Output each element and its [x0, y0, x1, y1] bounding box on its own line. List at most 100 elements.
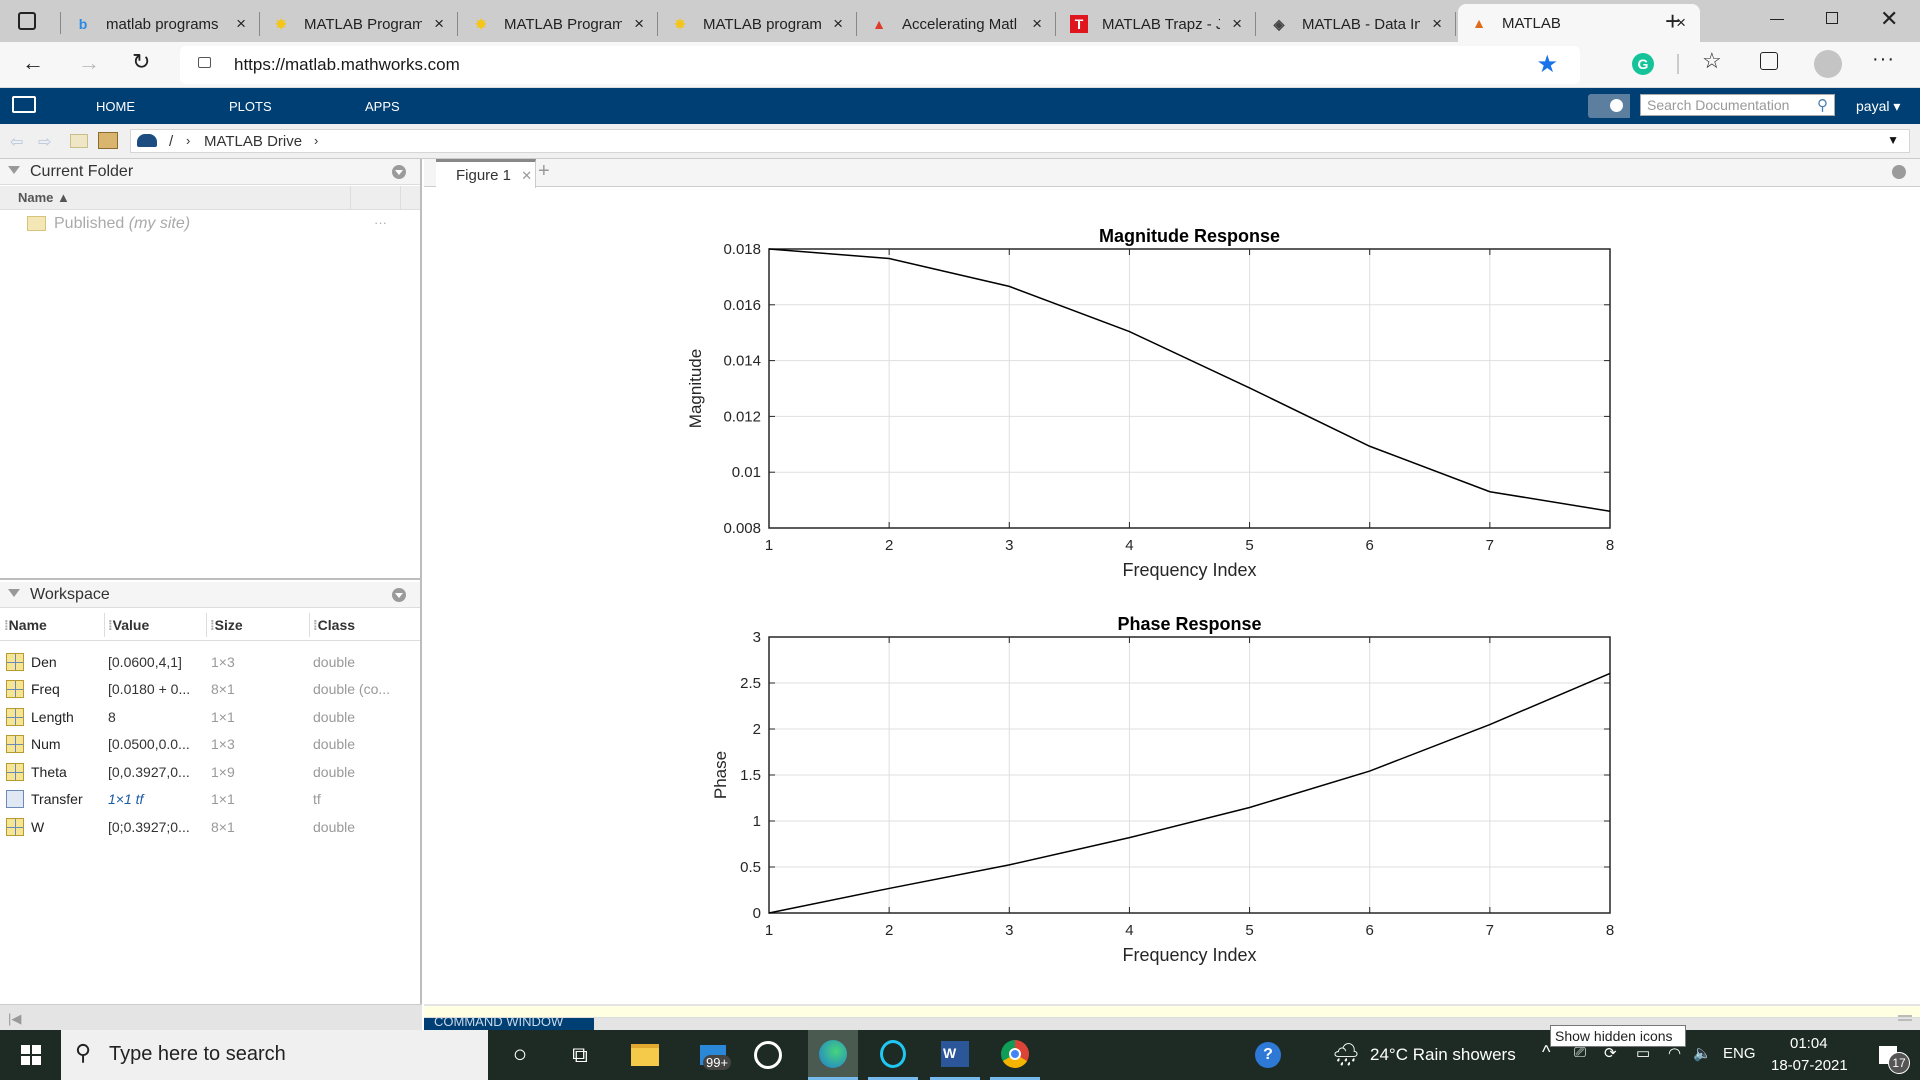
command-window-tab[interactable]: COMMAND WINDOW	[424, 1018, 594, 1030]
column-value[interactable]: ⁞Value	[108, 617, 149, 633]
close-tab-icon[interactable]: ×	[833, 14, 843, 34]
url-text[interactable]: https://matlab.mathworks.com	[234, 55, 460, 75]
close-window-button[interactable]: ✕	[1880, 6, 1898, 32]
close-tab-icon[interactable]: ×	[1232, 14, 1242, 34]
alexa-icon[interactable]	[868, 1030, 918, 1080]
browser-tab[interactable]: ▲ MATLAB ×	[1458, 4, 1700, 42]
clock-time[interactable]: 01:04	[1790, 1035, 1828, 1052]
forward-folder-icon[interactable]: ⇨	[38, 132, 51, 152]
minimize-button[interactable]	[1770, 19, 1784, 20]
browser-tab[interactable]: ✸ MATLAB program ×	[659, 6, 857, 42]
panel-options-icon[interactable]	[392, 165, 406, 179]
notification-center-icon[interactable]: 17	[1868, 1030, 1910, 1080]
more-menu-icon[interactable]: ···	[1872, 48, 1895, 71]
chrome-icon[interactable]	[990, 1030, 1040, 1080]
volume-icon[interactable]: 🔈	[1693, 1044, 1712, 1062]
add-figure-button[interactable]: +	[538, 160, 550, 183]
breadcrumb-matlab-drive[interactable]: MATLAB Drive	[204, 133, 302, 150]
edge-icon[interactable]	[808, 1030, 858, 1080]
resize-handle-icon[interactable]	[1898, 1015, 1912, 1021]
table-row[interactable]: Num [0.0500,0.0... 1×3 double	[0, 730, 420, 757]
quick-access-toolbar[interactable]	[1588, 94, 1630, 118]
search-documentation-input[interactable]: Search Documentation ⚲	[1640, 94, 1835, 116]
close-tab-icon[interactable]: ×	[1032, 14, 1042, 34]
browser-tab[interactable]: T MATLAB Trapz - J ×	[1058, 6, 1256, 42]
taskbar-search-input[interactable]: ⚲ Type here to search	[61, 1030, 488, 1080]
browser-tab[interactable]: ✸ MATLAB Program ×	[260, 6, 458, 42]
task-view-icon[interactable]: ⧉	[560, 1030, 600, 1080]
breadcrumb-root[interactable]: /	[169, 133, 173, 150]
close-tab-icon[interactable]: ✕	[521, 168, 532, 183]
browse-folder-icon[interactable]	[98, 132, 118, 149]
profile-avatar[interactable]	[1814, 50, 1842, 78]
search-icon[interactable]: ⚲	[1817, 96, 1828, 114]
browser-tab[interactable]: ✸ MATLAB Program ×	[460, 6, 658, 42]
breadcrumb[interactable]: / › MATLAB Drive › ▼	[130, 129, 1910, 153]
weather-icon[interactable]: 🌧	[1328, 1030, 1364, 1080]
close-tab-icon[interactable]: ×	[634, 14, 644, 34]
restore-button[interactable]	[1826, 12, 1838, 24]
back-folder-icon[interactable]: ⇦	[10, 132, 23, 152]
cortana-icon[interactable]: ○	[500, 1030, 540, 1080]
collapse-sidebar-icon[interactable]: |◀	[8, 1011, 21, 1027]
column-name[interactable]: ⁞Name	[4, 617, 47, 633]
tab-apps[interactable]: APPS	[365, 99, 400, 114]
panel-splitter[interactable]	[0, 578, 420, 580]
browser-tab[interactable]: ◈ MATLAB - Data In ×	[1258, 6, 1456, 42]
close-tab-icon[interactable]: ×	[434, 14, 444, 34]
clock-date[interactable]: 18-07-2021	[1771, 1057, 1848, 1074]
column-class[interactable]: ⁞Class	[313, 617, 355, 633]
table-row[interactable]: Den [0.0600,4,1] 1×3 double	[0, 648, 420, 675]
browser-tab[interactable]: b matlab programs ×	[62, 6, 260, 42]
panel-options-icon[interactable]	[1892, 165, 1906, 179]
command-window-input[interactable]	[424, 1006, 1920, 1018]
table-row[interactable]: Freq [0.0180 + 0... 8×1 double (co...	[0, 675, 420, 702]
table-row[interactable]: Transfer 1×1 tf 1×1 tf	[0, 785, 420, 812]
close-tab-icon[interactable]: ×	[1432, 14, 1442, 34]
figure-canvas[interactable]: 1 2 3 4 5 6 7 8 0.008 0.01 0.012 0.014 0.016 0.018 Mag…	[424, 188, 1920, 998]
file-explorer-icon[interactable]	[620, 1030, 670, 1080]
new-tab-button[interactable]: +	[1665, 6, 1680, 37]
help-icon[interactable]: ?	[1248, 1030, 1288, 1080]
favorites-icon[interactable]: ☆	[1702, 48, 1722, 74]
matlab-online-logo-icon[interactable]	[12, 96, 36, 113]
weather-text[interactable]: 24°C Rain showers	[1370, 1045, 1516, 1065]
name-column[interactable]: Name ▲	[18, 190, 70, 205]
grammarly-icon[interactable]: G	[1632, 53, 1654, 75]
browser-tab[interactable]: ▲ Accelerating Matl ×	[858, 6, 1056, 42]
forward-icon[interactable]: →	[78, 50, 100, 76]
back-icon[interactable]: ←	[22, 50, 44, 76]
tab-figure-1[interactable]: Figure 1 ✕	[436, 159, 536, 188]
t-icon: T	[1070, 15, 1088, 33]
table-row[interactable]: Length 8 1×1 double	[0, 703, 420, 730]
history-dropdown-icon[interactable]: ▼	[1887, 133, 1899, 147]
current-folder-header[interactable]: Current Folder	[0, 159, 420, 185]
favorite-star-icon[interactable]: ★	[1536, 50, 1558, 79]
table-row[interactable]: Theta [0,0.3927,0... 1×9 double	[0, 758, 420, 785]
user-menu[interactable]: payal ▾	[1856, 98, 1900, 115]
collapse-icon[interactable]	[8, 166, 20, 174]
close-tab-icon[interactable]: ×	[236, 14, 246, 34]
list-item[interactable]: Published (my site) ···	[0, 211, 420, 235]
folder-column-header[interactable]: Name ▲	[0, 186, 420, 210]
var-value[interactable]: 1×1 tf	[108, 791, 143, 807]
table-row[interactable]: W [0;0.3927;0... 8×1 double	[0, 813, 420, 840]
tab-home[interactable]: HOME	[96, 99, 135, 114]
tab-plots[interactable]: PLOTS	[229, 99, 272, 114]
mail-icon[interactable]: 99+	[685, 1030, 741, 1080]
workspace-header[interactable]: Workspace	[0, 582, 420, 608]
collections-icon[interactable]	[1760, 52, 1778, 70]
current-folder-title: Current Folder	[30, 163, 134, 180]
language-indicator[interactable]: ENG	[1723, 1045, 1756, 1062]
more-icon[interactable]: ···	[374, 215, 387, 230]
refresh-icon[interactable]: ↻	[132, 49, 150, 75]
windows-start-icon[interactable]	[0, 1030, 61, 1080]
app-icon[interactable]	[748, 1030, 788, 1080]
column-size[interactable]: ⁞Size	[210, 617, 243, 633]
url-field[interactable]: https://matlab.mathworks.com ★	[180, 46, 1580, 84]
up-folder-icon[interactable]	[70, 134, 88, 148]
panel-options-icon[interactable]	[392, 588, 406, 602]
word-icon[interactable]: W	[930, 1030, 980, 1080]
collapse-icon[interactable]	[8, 589, 20, 597]
tab-actions-icon[interactable]	[18, 12, 36, 30]
